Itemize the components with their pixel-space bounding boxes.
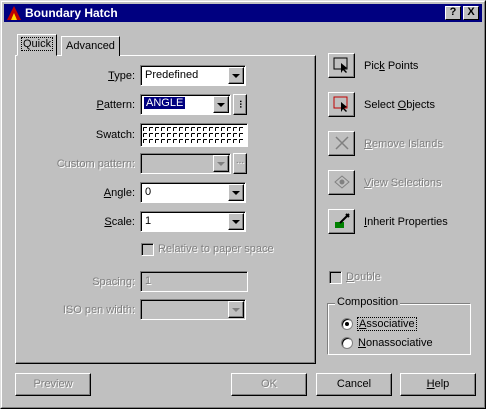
cancel-label: Cancel [336,378,372,390]
angle-label: Angle: [103,187,135,199]
spacing-input[interactable]: 1 [140,271,248,292]
relative-paper-space-label: Relative to paper space [158,243,274,255]
relative-paper-space-checkbox[interactable] [141,243,154,256]
pattern-label: Pattern: [96,99,135,111]
swatch-preview[interactable] [140,123,248,147]
chevron-down-icon[interactable] [228,67,244,84]
iso-pen-width-select[interactable] [140,299,246,320]
tab-quick-label: Quick [20,37,54,51]
boundary-hatch-dialog: Boundary Hatch ? X Quick Advanced Type: … [0,0,486,409]
composition-title: Composition [335,296,401,308]
inherit-properties-icon [334,213,350,228]
scale-label: Scale: [104,216,135,228]
pattern-browse-button[interactable]: ... [233,94,248,115]
associative-label: Associative [357,317,417,331]
nonassociative-radio[interactable] [341,337,353,349]
ok-label: OK [261,378,277,390]
ellipsis-icon: ... [237,100,248,109]
tab-advanced[interactable]: Advanced [61,36,120,56]
scale-select[interactable]: 1 [140,211,246,232]
view-selections-label: View Selections [364,177,442,189]
tab-advanced-label: Advanced [66,40,115,52]
double-label: Double [346,271,381,283]
ok-button[interactable]: OK [231,373,307,396]
type-select[interactable]: Predefined [140,65,246,86]
iso-pen-width-label: ISO pen width: [62,304,135,316]
select-objects-label: Select Objects [364,99,435,111]
custom-pattern-label: Custom pattern: [56,158,135,170]
view-selections-icon [333,175,350,189]
nonassociative-label: Nonassociative [358,337,433,349]
close-icon: X [467,6,475,18]
chevron-down-icon[interactable] [228,213,244,230]
help-title-button[interactable]: ? [445,6,461,20]
preview-label: Preview [33,378,73,390]
pattern-value: ANGLE [144,97,186,109]
double-checkbox[interactable] [329,271,342,284]
spacing-label: Spacing: [92,276,135,288]
pick-points-icon [333,57,347,73]
spacing-value: 1 [145,275,152,287]
tab-quick[interactable]: Quick [17,34,58,56]
remove-islands-icon [334,136,349,150]
help-label: Help [426,378,450,390]
pick-points-button[interactable] [328,53,355,78]
type-value: Predefined [145,69,199,81]
close-title-button[interactable]: X [463,6,479,20]
chevron-down-icon[interactable] [228,301,244,318]
type-label: Type: [108,70,135,82]
autocad-app-icon [7,6,21,20]
remove-islands-button[interactable] [328,131,355,156]
chevron-down-icon[interactable] [213,96,229,113]
inherit-properties-button[interactable] [328,209,355,234]
swatch-label: Swatch: [95,129,135,141]
preview-button[interactable]: Preview [15,373,91,396]
angle-value: 0 [145,186,152,198]
remove-islands-label: Remove Islands [364,138,443,150]
scale-value: 1 [145,215,152,227]
hatch-swatch-icon [143,127,245,143]
pick-points-label: Pick Points [364,60,419,72]
question-icon: ? [449,6,457,18]
ellipsis-icon: ... [235,155,245,166]
select-objects-button[interactable] [328,92,355,117]
custom-pattern-browse-button[interactable]: ... [233,153,247,174]
pattern-select[interactable]: ANGLE [140,94,231,115]
chevron-down-icon[interactable] [228,184,244,201]
title-bar: Boundary Hatch ? X [4,4,482,22]
help-button[interactable]: Help [400,373,476,396]
window-title: Boundary Hatch [25,6,118,20]
select-objects-icon [333,96,347,112]
inherit-properties-label: Inherit Properties [364,216,448,228]
view-selections-button[interactable] [328,170,355,195]
angle-select[interactable]: 0 [140,182,246,203]
associative-radio[interactable] [341,318,353,330]
custom-pattern-select[interactable] [140,153,231,174]
cancel-button[interactable]: Cancel [316,373,392,396]
chevron-down-icon[interactable] [213,155,229,172]
